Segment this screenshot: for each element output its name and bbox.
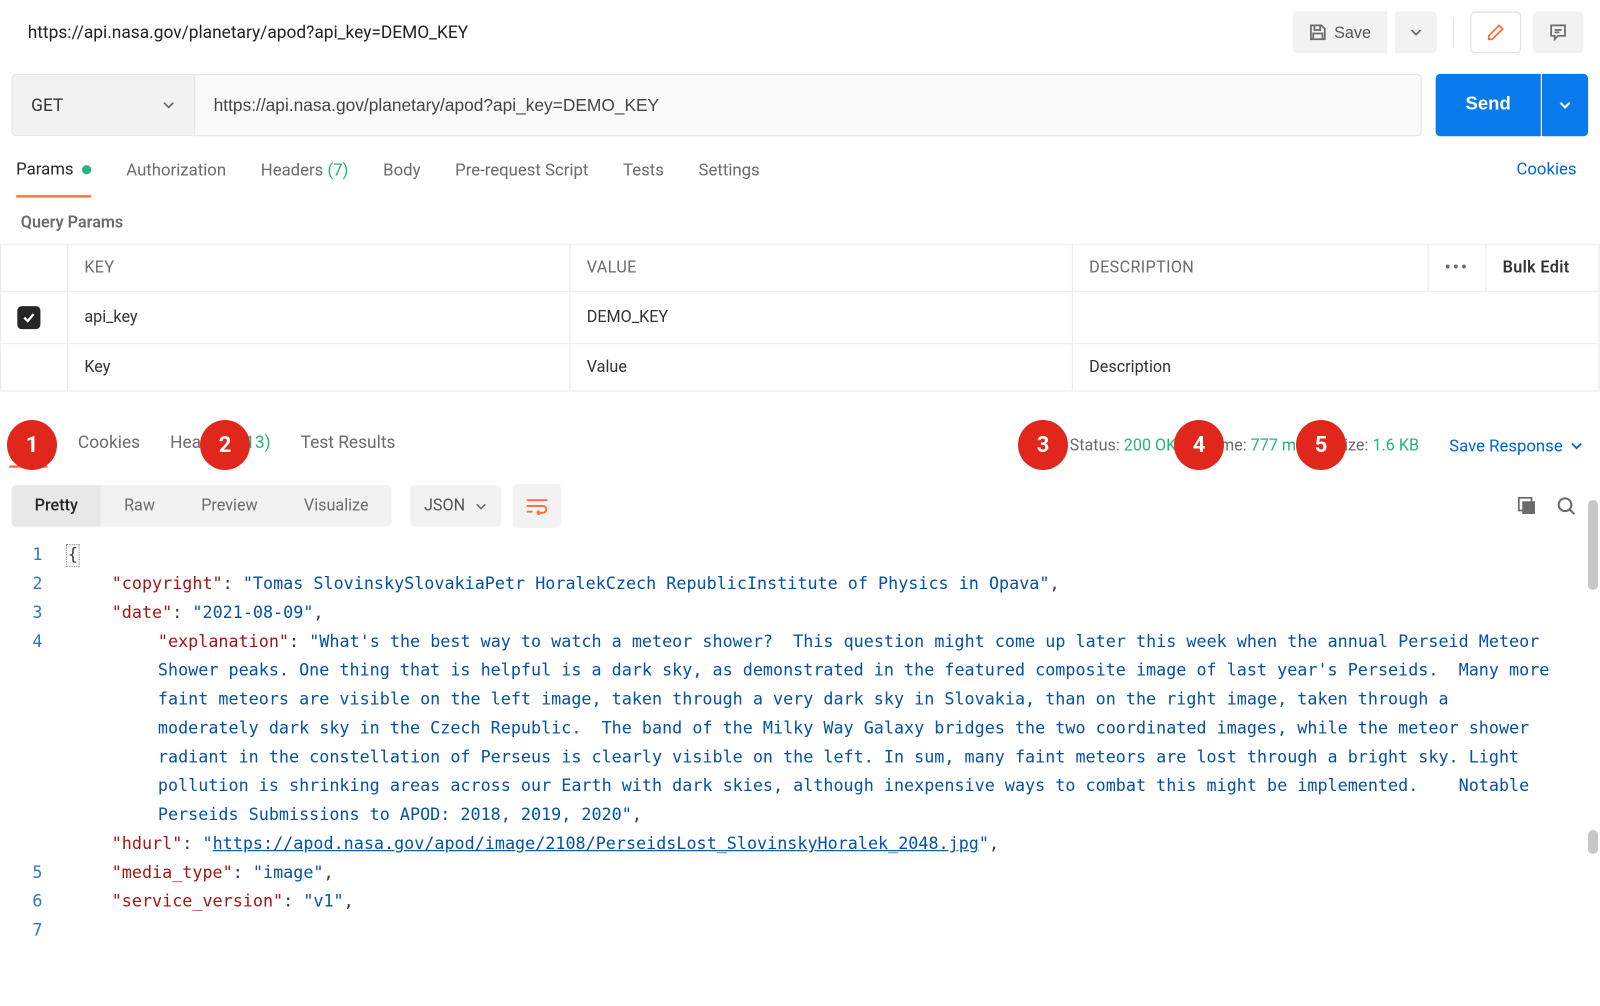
tab-params[interactable]: Params (16, 152, 91, 197)
annotation-circle: 5 (1296, 420, 1346, 470)
tab-authorization[interactable]: Authorization (126, 154, 226, 197)
scrollbar-thumb[interactable] (1588, 830, 1598, 854)
resp-tab-cookies[interactable]: Cookies (78, 425, 140, 467)
wrap-icon (525, 497, 548, 515)
chevron-down-icon (1570, 439, 1584, 453)
chevron-down-icon (1409, 25, 1423, 39)
col-description: DESCRIPTION (1072, 244, 1428, 291)
col-more[interactable]: ••• (1428, 244, 1486, 291)
chevron-down-icon (162, 98, 176, 112)
annotation-circle: 1 (7, 420, 57, 470)
params-table: KEY VALUE DESCRIPTION ••• Bulk Edit api_… (0, 244, 1600, 392)
response-body-viewer[interactable]: 1234 567 {"copyright": "Tomas SlovinskyS… (0, 537, 1600, 946)
save-dropdown[interactable] (1395, 12, 1437, 54)
param-desc[interactable] (1072, 292, 1599, 344)
resp-tab-testresults[interactable]: Test Results (301, 425, 396, 467)
param-key[interactable]: api_key (68, 292, 570, 344)
param-value-placeholder[interactable]: Value (570, 344, 1072, 391)
param-desc-placeholder[interactable]: Description (1072, 344, 1599, 391)
search-icon[interactable] (1556, 495, 1577, 516)
tab-settings[interactable]: Settings (699, 154, 760, 197)
params-indicator (82, 165, 91, 174)
status-meta: Status: 200 OK (1070, 437, 1177, 455)
table-row-new[interactable]: Key Value Description (1, 344, 1600, 391)
request-title: https://api.nasa.gov/planetary/apod?api_… (28, 22, 468, 43)
tab-body[interactable]: Body (383, 154, 420, 197)
line-gutter: 1234 567 (0, 542, 66, 946)
wrap-lines-button[interactable] (513, 484, 562, 528)
annotation-circle: 3 (1018, 420, 1068, 470)
view-pretty[interactable]: Pretty (12, 485, 101, 527)
comment-button[interactable] (1533, 12, 1584, 54)
param-key-placeholder[interactable]: Key (68, 344, 570, 391)
send-dropdown[interactable] (1542, 74, 1588, 136)
tab-tests[interactable]: Tests (623, 154, 664, 197)
save-response-link[interactable]: Save Response (1449, 436, 1583, 456)
col-value: VALUE (570, 244, 1072, 291)
view-visualize[interactable]: Visualize (281, 485, 392, 527)
chevron-down-icon (1558, 98, 1572, 112)
annotation-circle: 4 (1174, 420, 1224, 470)
request-url-input[interactable] (194, 74, 1422, 136)
tab-prerequest[interactable]: Pre-request Script (455, 154, 588, 197)
size-meta: Size: 1.6 KB (1334, 437, 1419, 455)
comment-icon (1549, 23, 1567, 41)
table-row[interactable]: api_key DEMO_KEY (1, 292, 1600, 344)
view-preview[interactable]: Preview (178, 485, 281, 527)
col-key: KEY (68, 244, 570, 291)
view-raw[interactable]: Raw (101, 485, 178, 527)
cookies-link[interactable]: Cookies (1516, 159, 1583, 190)
row-checkbox[interactable] (17, 306, 40, 329)
http-method-select[interactable]: GET (12, 74, 194, 136)
param-value[interactable]: DEMO_KEY (570, 292, 1072, 344)
bulk-edit-link[interactable]: Bulk Edit (1503, 259, 1570, 277)
save-button[interactable]: Save (1293, 12, 1388, 54)
annotation-circle: 2 (200, 420, 250, 470)
save-icon (1309, 23, 1327, 41)
copy-icon[interactable] (1517, 495, 1538, 516)
send-button[interactable]: Send (1436, 74, 1541, 136)
edit-button[interactable] (1470, 12, 1521, 54)
query-params-label: Query Params (0, 198, 1600, 244)
pencil-icon (1486, 23, 1504, 41)
scrollbar-thumb[interactable] (1588, 500, 1598, 590)
format-select[interactable]: JSON (410, 485, 501, 527)
tab-headers[interactable]: Headers (7) (261, 154, 349, 197)
chevron-down-icon (474, 500, 487, 513)
divider (1453, 17, 1454, 47)
